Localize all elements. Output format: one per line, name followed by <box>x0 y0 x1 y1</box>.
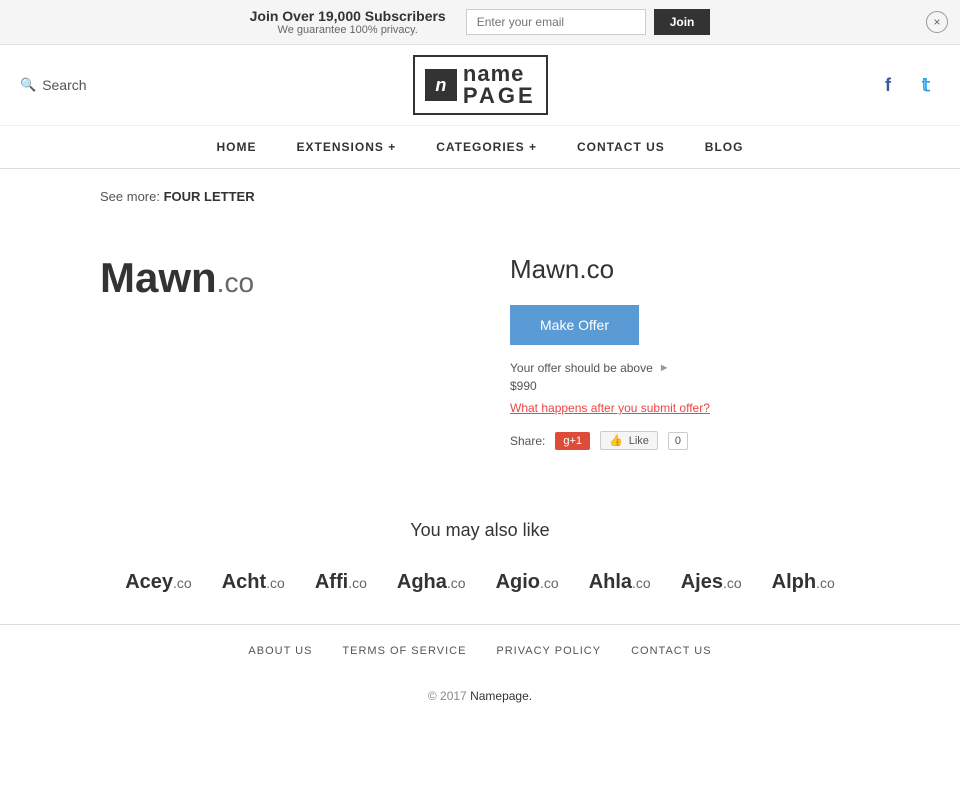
also-like-name: Agio <box>496 571 540 593</box>
see-more-link[interactable]: FOUR LETTER <box>164 189 255 204</box>
search-trigger[interactable]: 🔍 Search <box>20 77 87 93</box>
nav-item-contact[interactable]: CONTACT US <box>557 126 685 168</box>
offer-hint-text: Your offer should be above <box>510 361 653 375</box>
domain-logo-large: Mawn.co <box>100 254 450 302</box>
also-like-item[interactable]: Ahla.co <box>589 571 651 594</box>
also-like-section: You may also like Acey.coAcht.coAffi.coA… <box>0 490 960 624</box>
also-like-ext: .co <box>447 575 466 591</box>
search-label: Search <box>42 77 86 93</box>
domain-section: Mawn.co Mawn.co Make Offer Your offer sh… <box>40 234 920 470</box>
see-more-prefix: See more: <box>100 189 160 204</box>
also-like-name: Acey <box>125 571 173 593</box>
also-like-item[interactable]: Acht.co <box>222 571 285 594</box>
header-social: f 𝕥 <box>874 71 940 99</box>
also-like-ext: .co <box>632 575 651 591</box>
also-like-name: Affi <box>315 571 348 593</box>
footer-link-contact[interactable]: CONTACT US <box>631 645 712 657</box>
twitter-icon[interactable]: 𝕥 <box>912 71 940 99</box>
nav-item-home[interactable]: HOME <box>197 126 277 168</box>
also-like-item[interactable]: Alph.co <box>772 571 835 594</box>
also-like-item[interactable]: Ajes.co <box>681 571 742 594</box>
share-label: Share: <box>510 434 545 448</box>
fb-like-label: Like <box>629 435 649 447</box>
also-like-name: Ajes <box>681 571 723 593</box>
join-button[interactable]: Join <box>654 9 711 35</box>
also-like-title: You may also like <box>20 520 940 541</box>
footer-link-about[interactable]: ABOUT US <box>248 645 312 657</box>
also-like-ext: .co <box>723 575 742 591</box>
domain-name-large: Mawn <box>100 254 217 301</box>
also-like-ext: .co <box>816 575 835 591</box>
main-nav: HOME EXTENSIONS + CATEGORIES + CONTACT U… <box>0 126 960 169</box>
also-like-item[interactable]: Acey.co <box>125 571 192 594</box>
also-like-item[interactable]: Agio.co <box>496 571 559 594</box>
also-like-name: Agha <box>397 571 447 593</box>
header: 🔍 Search n name PAGE f 𝕥 <box>0 45 960 126</box>
logo-icon: n <box>425 69 457 101</box>
logo-name: name <box>463 63 536 85</box>
also-like-ext: .co <box>348 575 367 591</box>
share-row: Share: g+1 👍 Like 0 <box>510 431 860 450</box>
fb-count: 0 <box>668 432 688 450</box>
footer-copyright: © 2017 Namepage. <box>0 677 960 715</box>
footer-link-terms[interactable]: TERMS OF SERVICE <box>342 645 466 657</box>
top-banner: Join Over 19,000 Subscribers We guarante… <box>0 0 960 45</box>
fb-thumb-icon: 👍 <box>609 434 623 447</box>
domain-details: Mawn.co Make Offer Your offer should be … <box>510 254 860 450</box>
nav-item-blog[interactable]: BLOG <box>685 126 764 168</box>
footer-link-privacy[interactable]: PRIVACY POLICY <box>496 645 601 657</box>
what-happens-link[interactable]: What happens after you submit offer? <box>510 401 860 415</box>
also-like-item[interactable]: Affi.co <box>315 571 367 594</box>
domain-ext-large: .co <box>217 267 254 298</box>
logo-page: PAGE <box>463 85 536 107</box>
banner-title: Join Over 19,000 Subscribers <box>250 8 446 24</box>
nav-item-extensions[interactable]: EXTENSIONS + <box>277 126 417 168</box>
email-input[interactable] <box>466 9 646 35</box>
footer-links: ABOUT US TERMS OF SERVICE PRIVACY POLICY CO… <box>0 624 960 677</box>
copyright-text: © 2017 <box>428 689 467 703</box>
make-offer-button[interactable]: Make Offer <box>510 305 639 345</box>
copyright-link[interactable]: Namepage. <box>470 689 532 703</box>
also-like-ext: .co <box>540 575 559 591</box>
nav-item-categories[interactable]: CATEGORIES + <box>416 126 557 168</box>
also-like-item[interactable]: Agha.co <box>397 571 466 594</box>
logo-container: n name PAGE <box>87 55 874 115</box>
banner-subtitle: We guarantee 100% privacy. <box>250 24 446 36</box>
also-like-name: Ahla <box>589 571 632 593</box>
offer-hint: Your offer should be above ► <box>510 361 860 375</box>
see-more: See more: FOUR LETTER <box>100 189 920 204</box>
banner-text: Join Over 19,000 Subscribers We guarante… <box>250 8 446 36</box>
gplus-button[interactable]: g+1 <box>555 432 590 450</box>
also-like-ext: .co <box>266 575 285 591</box>
also-like-ext: .co <box>173 575 192 591</box>
fb-like-button[interactable]: 👍 Like <box>600 431 658 450</box>
logo[interactable]: n name PAGE <box>413 55 548 115</box>
also-like-name: Alph <box>772 571 816 593</box>
close-banner-button[interactable]: × <box>926 11 948 33</box>
arrow-icon: ► <box>659 362 670 374</box>
main-content: See more: FOUR LETTER Mawn.co Mawn.co Ma… <box>0 169 960 490</box>
facebook-icon[interactable]: f <box>874 71 902 99</box>
also-like-name: Acht <box>222 571 266 593</box>
logo-text: name PAGE <box>463 63 536 107</box>
offer-price: $990 <box>510 379 860 393</box>
domain-name-title: Mawn.co <box>510 254 860 285</box>
also-like-grid: Acey.coAcht.coAffi.coAgha.coAgio.coAhla.… <box>20 571 940 594</box>
banner-form: Join <box>466 9 711 35</box>
search-icon: 🔍 <box>20 77 36 93</box>
